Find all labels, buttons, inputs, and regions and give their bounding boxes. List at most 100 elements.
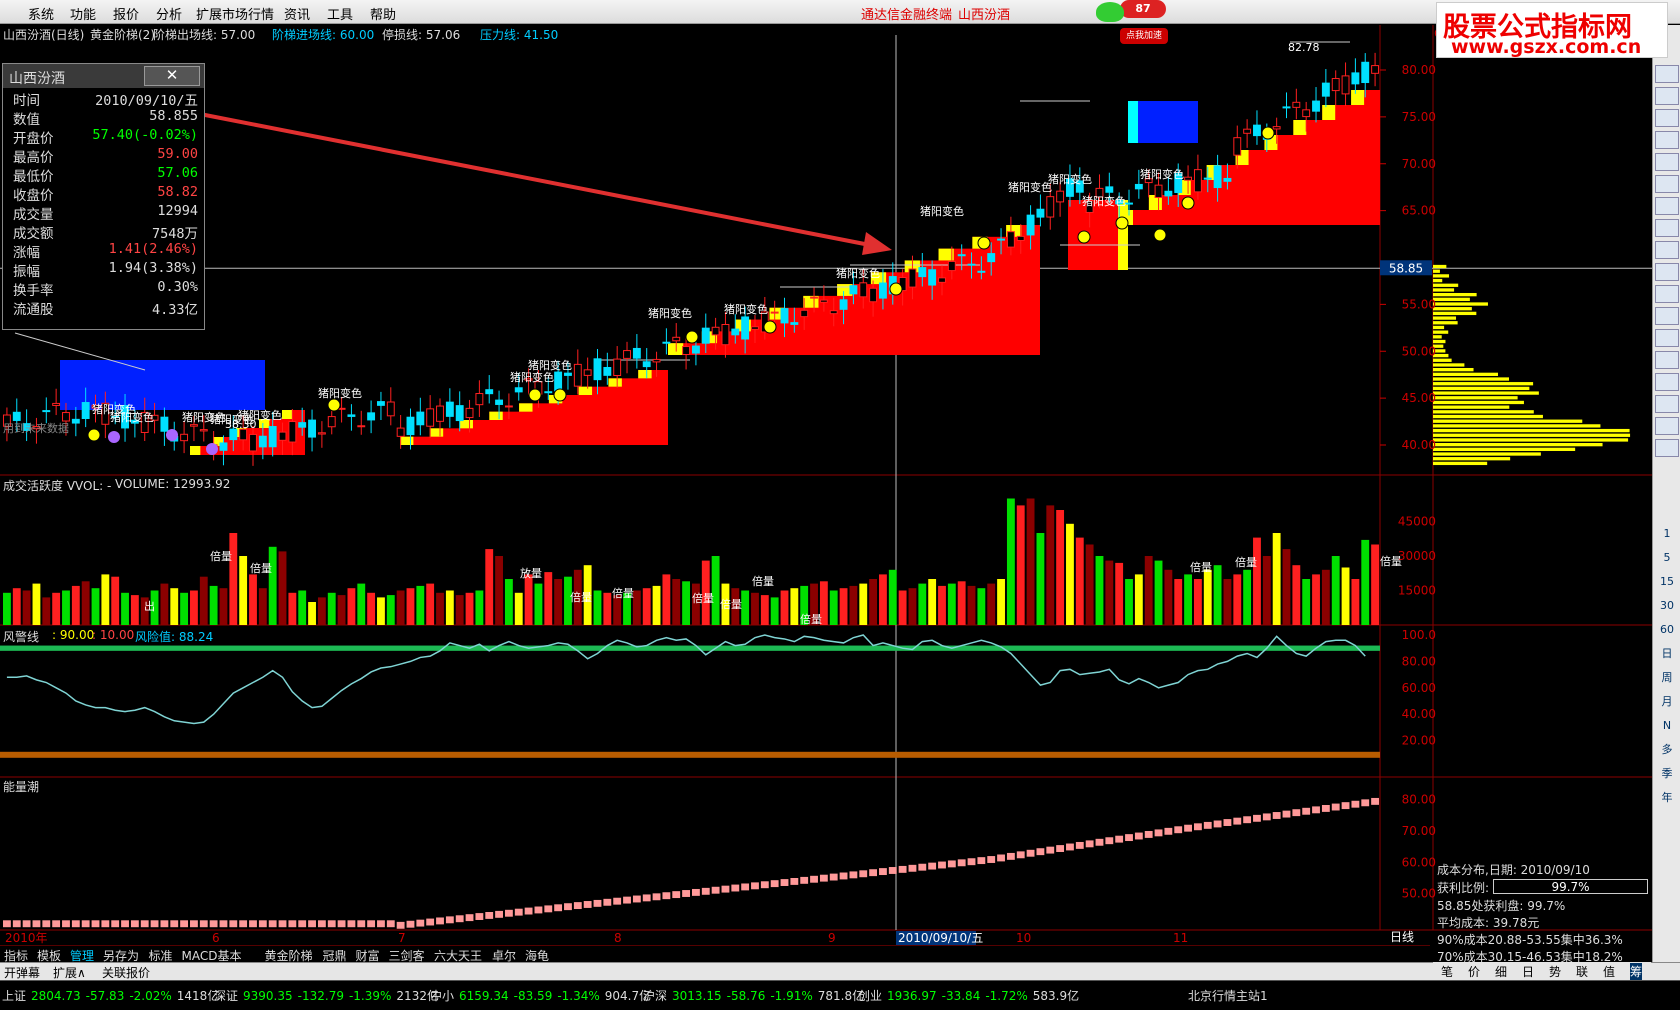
- toolbar-tool-icon[interactable]: [1655, 373, 1679, 391]
- data-window[interactable]: 山西汾酒 ✕ 时间 2010/09/10/五 数值 58.855 开盘价 57.40(-0…: [2, 63, 205, 330]
- toolbar-tool-icon[interactable]: [1655, 87, 1679, 105]
- energy-bar: [1134, 832, 1143, 840]
- period-button[interactable]: N: [1655, 717, 1679, 735]
- panel-button[interactable]: 值: [1603, 963, 1615, 980]
- panel-button[interactable]: 势: [1549, 963, 1561, 980]
- energy-bar: [898, 865, 907, 873]
- menu-news[interactable]: 资讯: [284, 4, 310, 23]
- sub-tab[interactable]: 扩展∧: [53, 964, 86, 981]
- menu-ext-market[interactable]: 扩展市场行情: [196, 4, 274, 23]
- signal-label: 猪阳变色: [510, 370, 554, 384]
- energy-bar: [357, 920, 366, 928]
- energy-bar: [947, 860, 956, 868]
- toolbar-tool-icon[interactable]: [1655, 263, 1679, 281]
- cost-title: 成本分布,日期: 2010/09/10: [1437, 863, 1590, 877]
- period-button[interactable]: 15: [1655, 573, 1679, 591]
- period-button[interactable]: 年: [1655, 789, 1679, 807]
- period-button[interactable]: 5: [1655, 549, 1679, 567]
- energy-bar: [603, 898, 612, 906]
- energy-bar: [741, 883, 750, 891]
- panel-button[interactable]: 筹: [1630, 963, 1643, 980]
- period-button[interactable]: 日: [1655, 645, 1679, 663]
- toolbar-tool-icon[interactable]: [1655, 307, 1679, 325]
- cost-bar: [1433, 274, 1450, 278]
- volume-bar: [1272, 533, 1281, 625]
- period-button[interactable]: 季: [1655, 765, 1679, 783]
- price-tick-label: 65.00: [1402, 204, 1436, 218]
- panel-button[interactable]: 细: [1495, 963, 1507, 980]
- cost-bar: [1433, 288, 1455, 292]
- period-button[interactable]: 30: [1655, 597, 1679, 615]
- toolbar-tool-icon[interactable]: [1655, 417, 1679, 435]
- menu-tools[interactable]: 工具: [327, 4, 353, 23]
- toolbar-tool-icon[interactable]: [1655, 241, 1679, 259]
- close-icon[interactable]: ✕: [144, 66, 200, 86]
- speed-badge[interactable]: 87: [1120, 0, 1166, 18]
- toolbar-tool-icon[interactable]: [1655, 153, 1679, 171]
- toolbar-tool-icon[interactable]: [1655, 285, 1679, 303]
- panel-button[interactable]: 价: [1468, 963, 1480, 980]
- period-button[interactable]: 多: [1655, 741, 1679, 759]
- menu-help[interactable]: 帮助: [370, 4, 396, 23]
- index-quote[interactable]: 中小 6159.34 -83.59 -1.34% 904.7亿: [430, 987, 656, 1004]
- energy-bar: [790, 878, 799, 885]
- low-price-label: 38.30: [225, 418, 257, 431]
- period-day-label[interactable]: 日线: [1390, 928, 1414, 945]
- volume-bar: [790, 588, 799, 625]
- vol-tick-label: 45000: [1398, 515, 1436, 529]
- toolbar-tool-icon[interactable]: [1655, 131, 1679, 149]
- volume-bar: [1213, 565, 1222, 625]
- candle-body: [367, 412, 376, 421]
- energy-bar: [91, 920, 100, 928]
- toolbar-tool-icon[interactable]: [1655, 197, 1679, 215]
- volume-bar: [997, 579, 1005, 625]
- index-quote[interactable]: 沪深 3013.15 -58.76 -1.91% 781.8亿: [643, 987, 869, 1004]
- candle-body: [593, 358, 602, 381]
- panel-button[interactable]: 日: [1522, 963, 1534, 980]
- data-window-value: 1.41(2.46%): [108, 241, 198, 257]
- energy-bar: [396, 921, 405, 929]
- toolbar-tool-icon[interactable]: [1655, 175, 1679, 193]
- toolbar-tool-icon[interactable]: [1655, 329, 1679, 347]
- index-quote[interactable]: 创业 1936.97 -33.84 -1.72% 583.9亿: [858, 987, 1084, 1004]
- energy-bar: [140, 920, 149, 928]
- price-tick-label: 45.00: [1402, 391, 1436, 405]
- toolbar-tool-icon[interactable]: [1655, 65, 1679, 83]
- menu-system[interactable]: 系统: [28, 4, 54, 23]
- energy-bar: [573, 902, 582, 910]
- energy-bar: [1095, 838, 1104, 846]
- volume-tag: 倍量: [210, 549, 232, 563]
- period-button[interactable]: 月: [1655, 693, 1679, 711]
- sub-tab[interactable]: 关联报价: [102, 964, 150, 981]
- volume-bar: [1361, 539, 1370, 625]
- server-label[interactable]: 北京行情主站1: [1188, 987, 1268, 1004]
- panel-button[interactable]: 联: [1576, 963, 1588, 980]
- energy-bar: [317, 920, 326, 928]
- toolbar-tool-icon[interactable]: [1655, 351, 1679, 369]
- index-quote[interactable]: 深证 9390.35 -132.79 -1.39% 2132亿: [214, 987, 444, 1004]
- candle-body: [426, 408, 435, 427]
- index-quote[interactable]: 上证 2804.73 -57.83 -2.02% 1418亿: [2, 987, 224, 1004]
- volume-bar: [1056, 510, 1065, 625]
- toolbar-tool-icon[interactable]: [1655, 439, 1679, 457]
- candle-body: [465, 407, 474, 419]
- toolbar-tool-icon[interactable]: [1655, 219, 1679, 237]
- toolbar-tool-icon[interactable]: [1655, 395, 1679, 413]
- vol-volume-label: VOLUME: 12993.92: [115, 477, 231, 491]
- period-button[interactable]: 60: [1655, 621, 1679, 639]
- menu-function[interactable]: 功能: [70, 4, 96, 23]
- menu-quote[interactable]: 报价: [113, 4, 139, 23]
- chart-area[interactable]: 猪阳变色猪阳变色 猪阳变色猪阳变色猪阳变色猪阳变色猪阳变色猪阳变色猪阳变色 猪阳变色…: [0, 25, 1652, 945]
- panel-button[interactable]: 笔: [1441, 963, 1453, 980]
- risk-tick-label: 40.00: [1402, 707, 1436, 721]
- toolbar-tool-icon[interactable]: [1655, 109, 1679, 127]
- volume-bar: [652, 585, 661, 625]
- speed-badge-label[interactable]: 点我加速: [1120, 28, 1168, 44]
- menu-analysis[interactable]: 分析: [156, 4, 182, 23]
- data-window-value: 57.40(-0.02%): [92, 127, 198, 143]
- ladder-edge: [638, 370, 652, 379]
- volume-tag: 倍量: [720, 597, 742, 611]
- sub-tab[interactable]: 开弹幕: [4, 964, 40, 981]
- period-button[interactable]: 周: [1655, 669, 1679, 687]
- period-button[interactable]: 1: [1655, 525, 1679, 543]
